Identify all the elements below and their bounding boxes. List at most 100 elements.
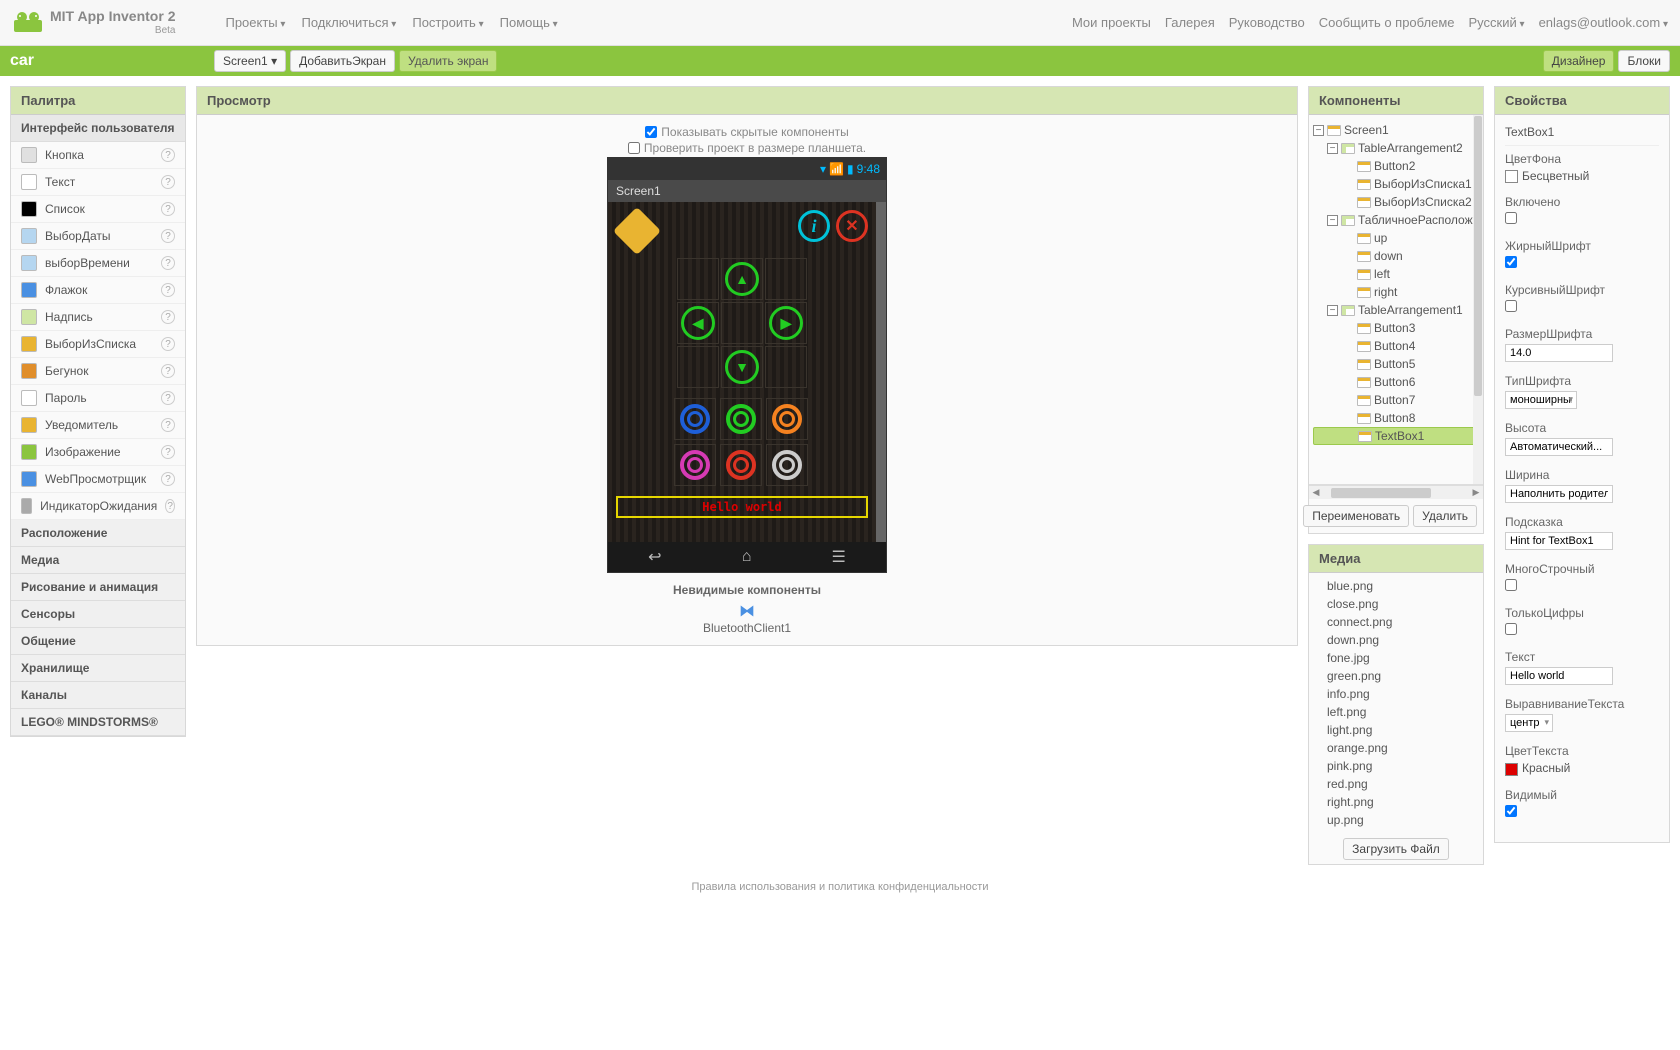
connect-icon[interactable] [613, 207, 661, 255]
expand-icon[interactable]: − [1327, 215, 1338, 226]
palette-item[interactable]: Флажок? [11, 277, 185, 304]
tree-vscroll[interactable] [1473, 115, 1483, 484]
cat-ui[interactable]: Интерфейс пользователя [11, 115, 185, 142]
media-file[interactable]: light.png [1327, 721, 1473, 739]
components-tree[interactable]: −Screen1−TableArrangement2Button2ВыборИз… [1309, 115, 1483, 485]
right-button[interactable]: ▶ [769, 306, 803, 340]
help-icon[interactable]: ? [161, 310, 175, 324]
btn-red[interactable] [726, 450, 756, 480]
palette-item[interactable]: выборВремени? [11, 250, 185, 277]
tree-node[interactable]: Button6 [1313, 373, 1479, 391]
menu-projects[interactable]: Проекты [225, 15, 285, 30]
menu-help[interactable]: Помощь [500, 15, 558, 30]
palette-item[interactable]: ВыборДаты? [11, 223, 185, 250]
help-icon[interactable]: ? [161, 445, 175, 459]
tree-node[interactable]: −ТабличноеРасположение1 [1313, 211, 1479, 229]
help-icon[interactable]: ? [161, 229, 175, 243]
phone-content[interactable]: i ✕ ▲ ◀ ▶ ▼ [608, 202, 886, 542]
menu-build[interactable]: Построить [412, 15, 483, 30]
bt-label[interactable]: BluetoothClient1 [673, 621, 821, 635]
media-file[interactable]: info.png [1327, 685, 1473, 703]
media-file[interactable]: orange.png [1327, 739, 1473, 757]
tree-node[interactable]: TextBox1 [1313, 427, 1479, 445]
help-icon[interactable]: ? [161, 148, 175, 162]
prop-height[interactable] [1505, 438, 1613, 456]
tree-node[interactable]: down [1313, 247, 1479, 265]
palette-item[interactable]: ВыборИзСписка? [11, 331, 185, 358]
palette-item[interactable]: Бегунок? [11, 358, 185, 385]
add-screen-button[interactable]: ДобавитьЭкран [290, 50, 395, 72]
btn-blue[interactable] [680, 404, 710, 434]
help-icon[interactable]: ? [161, 337, 175, 351]
help-icon[interactable]: ? [165, 499, 175, 513]
prop-bgcolor[interactable]: Бесцветный [1505, 169, 1659, 183]
prop-align[interactable] [1505, 714, 1553, 732]
palette-item[interactable]: Текст? [11, 169, 185, 196]
rename-button[interactable]: Переименовать [1303, 505, 1409, 527]
help-icon[interactable]: ? [161, 175, 175, 189]
help-icon[interactable]: ? [161, 391, 175, 405]
textbox1[interactable]: Hello world [616, 496, 868, 518]
tree-node[interactable]: Button3 [1313, 319, 1479, 337]
media-file[interactable]: red.png [1327, 775, 1473, 793]
tablet-checkbox[interactable]: Проверить проект в размере планшета. [628, 141, 866, 155]
down-button[interactable]: ▼ [725, 350, 759, 384]
prop-width[interactable] [1505, 485, 1613, 503]
help-icon[interactable]: ? [161, 202, 175, 216]
palette-item[interactable]: WebПросмотрщик? [11, 466, 185, 493]
btn-pink[interactable] [680, 450, 710, 480]
lang-select[interactable]: Русский [1469, 15, 1525, 30]
prop-fontsize[interactable] [1505, 344, 1613, 362]
close-icon[interactable]: ✕ [836, 210, 868, 242]
prop-textcolor[interactable]: Красный [1505, 761, 1659, 775]
prop-multiline[interactable] [1505, 579, 1517, 591]
media-file[interactable]: fone.jpg [1327, 649, 1473, 667]
media-file[interactable]: close.png [1327, 595, 1473, 613]
user-menu[interactable]: enlags@outlook.com [1539, 15, 1668, 30]
palette-category[interactable]: LEGO® MINDSTORMS® [11, 709, 185, 736]
expand-icon[interactable]: − [1327, 305, 1338, 316]
palette-item[interactable]: Список? [11, 196, 185, 223]
nav-home-icon[interactable]: ⌂ [742, 548, 752, 566]
help-icon[interactable]: ? [161, 256, 175, 270]
help-icon[interactable]: ? [161, 364, 175, 378]
prop-fonttype[interactable] [1505, 391, 1577, 409]
palette-category[interactable]: Хранилище [11, 655, 185, 682]
up-button[interactable]: ▲ [725, 262, 759, 296]
tree-node[interactable]: −TableArrangement1 [1313, 301, 1479, 319]
palette-category[interactable]: Общение [11, 628, 185, 655]
bluetooth-icon[interactable]: ⧓ [673, 601, 821, 621]
delete-button[interactable]: Удалить [1413, 505, 1477, 527]
palette-item[interactable]: Уведомитель? [11, 412, 185, 439]
upload-button[interactable]: Загрузить Файл [1343, 838, 1449, 860]
palette-category[interactable]: Расположение [11, 520, 185, 547]
delete-screen-button[interactable]: Удалить экран [399, 50, 498, 72]
palette-item[interactable]: ИндикаторОжидания? [11, 493, 185, 520]
media-file[interactable]: green.png [1327, 667, 1473, 685]
tree-node[interactable]: left [1313, 265, 1479, 283]
link-myprojects[interactable]: Мои проекты [1072, 15, 1151, 30]
info-icon[interactable]: i [798, 210, 830, 242]
media-file[interactable]: right.png [1327, 793, 1473, 811]
btn-green[interactable] [726, 404, 756, 434]
expand-icon[interactable]: − [1313, 125, 1324, 136]
palette-category[interactable]: Сенсоры [11, 601, 185, 628]
media-file[interactable]: connect.png [1327, 613, 1473, 631]
media-file[interactable]: down.png [1327, 631, 1473, 649]
left-button[interactable]: ◀ [681, 306, 715, 340]
palette-category[interactable]: Рисование и анимация [11, 574, 185, 601]
palette-category[interactable]: Каналы [11, 682, 185, 709]
btn-orange[interactable] [772, 404, 802, 434]
palette-item[interactable]: Пароль? [11, 385, 185, 412]
help-icon[interactable]: ? [161, 418, 175, 432]
prop-italic[interactable] [1505, 300, 1517, 312]
tree-node[interactable]: Button2 [1313, 157, 1479, 175]
menu-connect[interactable]: Подключиться [301, 15, 396, 30]
tree-node[interactable]: up [1313, 229, 1479, 247]
media-file[interactable]: left.png [1327, 703, 1473, 721]
link-gallery[interactable]: Галерея [1165, 15, 1215, 30]
footer[interactable]: Правила использования и политика конфиде… [0, 875, 1680, 899]
prop-bold[interactable] [1505, 256, 1517, 268]
palette-item[interactable]: Кнопка? [11, 142, 185, 169]
tree-node[interactable]: Button8 [1313, 409, 1479, 427]
